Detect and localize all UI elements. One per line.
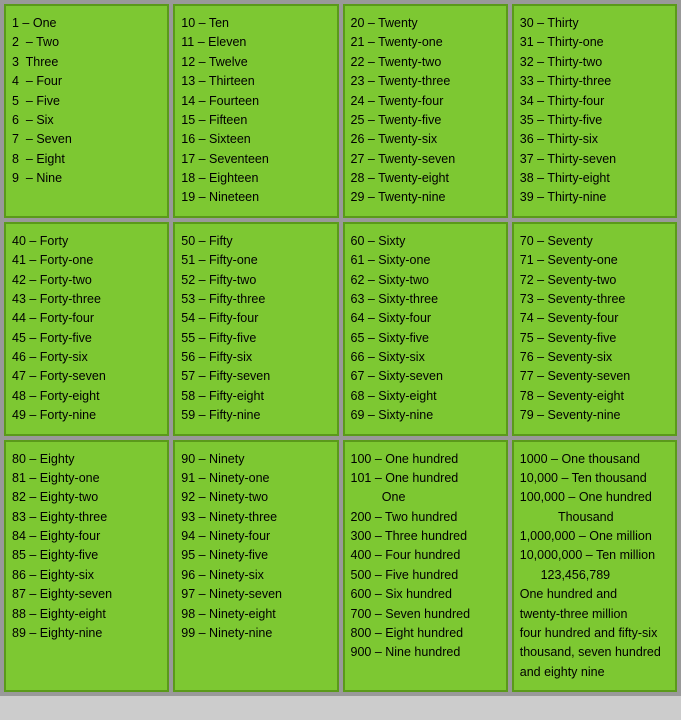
cell-90-99: 90 – Ninety 91 – Ninety-one 92 – Ninety-…	[173, 440, 338, 693]
cell-50-59: 50 – Fifty 51 – Fifty-one 52 – Fifty-two…	[173, 222, 338, 436]
cell-80-89: 80 – Eighty 81 – Eighty-one 82 – Eighty-…	[4, 440, 169, 693]
cell-40-49: 40 – Forty 41 – Forty-one 42 – Forty-two…	[4, 222, 169, 436]
cell-20-29: 20 – Twenty 21 – Twenty-one 22 – Twenty-…	[343, 4, 508, 218]
cell-1-9: 1 – One 2 – Two 3 Three 4 – Four 5 – Fiv…	[4, 4, 169, 218]
cell-100-900: 100 – One hundred 101 – One hundred One …	[343, 440, 508, 693]
cell-70-79: 70 – Seventy 71 – Seventy-one 72 – Seven…	[512, 222, 677, 436]
cell-10-19: 10 – Ten 11 – Eleven 12 – Twelve 13 – Th…	[173, 4, 338, 218]
cell-30-39: 30 – Thirty 31 – Thirty-one 32 – Thirty-…	[512, 4, 677, 218]
cell-60-69: 60 – Sixty 61 – Sixty-one 62 – Sixty-two…	[343, 222, 508, 436]
numbers-grid: 1 – One 2 – Two 3 Three 4 – Four 5 – Fiv…	[0, 0, 681, 696]
cell-1000-plus: 1000 – One thousand 10,000 – Ten thousan…	[512, 440, 677, 693]
